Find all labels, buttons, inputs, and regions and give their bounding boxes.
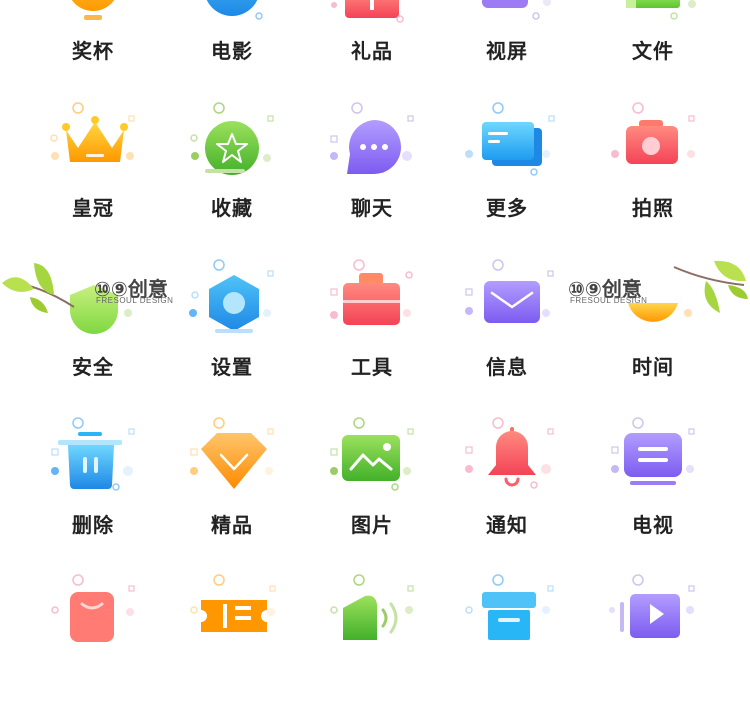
grid-item-label: 拍照: [632, 196, 674, 220]
grid-item-label: 视屏: [486, 39, 528, 63]
grid-item-label: 图片: [351, 513, 393, 537]
grid-item-ticket[interactable]: [177, 570, 287, 720]
grid-item-trophy[interactable]: 奖杯: [38, 0, 148, 80]
favorite-star-icon: [177, 96, 287, 206]
trophy-icon: [38, 0, 148, 40]
grid-item-label: 文件: [632, 39, 674, 63]
grid-item-movie[interactable]: 电影: [177, 0, 287, 80]
watermark-sub: FRESOUL DESIGN: [570, 296, 648, 305]
toolbox-icon: [317, 255, 427, 365]
grid-item-play-video[interactable]: [598, 570, 708, 720]
grid-item-favorite[interactable]: 收藏: [177, 96, 287, 246]
grid-item-card[interactable]: [38, 570, 148, 720]
grid-item-video[interactable]: 视屏: [452, 0, 562, 80]
grid-item-label: 精品: [211, 513, 253, 537]
tv-icon: [598, 413, 708, 523]
cards-icon: [452, 96, 562, 206]
grid-item-label: 工具: [351, 355, 393, 379]
grid-item-label: 皇冠: [72, 196, 114, 220]
leaf-branch-icon: [673, 260, 748, 313]
grid-item-camera[interactable]: 拍照: [598, 96, 708, 246]
grid-item-gift[interactable]: 礼品: [317, 0, 427, 80]
grid-item-label: 安全: [72, 355, 114, 379]
grid-item-message[interactable]: 信息: [452, 255, 562, 405]
pink-card-icon: [38, 570, 148, 680]
grid-item-image[interactable]: 图片: [317, 413, 427, 563]
grid-item-chat[interactable]: 聊天: [317, 96, 427, 246]
grid-item-label: 礼品: [351, 39, 393, 63]
file-icon: [598, 0, 708, 40]
play-video-icon: [598, 570, 708, 680]
settings-hexagon-icon: [177, 255, 287, 365]
grid-item-label: 设置: [211, 355, 253, 379]
grid-item-label: 删除: [72, 513, 114, 537]
grid-item-file[interactable]: 文件: [598, 0, 708, 80]
grid-item-speaker[interactable]: [317, 570, 427, 720]
grid-item-label: 电影: [211, 39, 253, 63]
bell-icon: [452, 413, 562, 523]
ticket-icon: [177, 570, 287, 680]
grid-item-printer[interactable]: [452, 570, 562, 720]
chat-bubble-icon: [317, 96, 427, 206]
camera-icon: [598, 96, 708, 206]
video-icon: [452, 0, 562, 40]
grid-item-label: 奖杯: [72, 39, 114, 63]
grid-item-label: 收藏: [211, 196, 253, 220]
grid-item-label: 电视: [632, 513, 674, 537]
speaker-icon: [317, 570, 427, 680]
gift-icon: [317, 0, 427, 40]
grid-item-tv[interactable]: 电视: [598, 413, 708, 563]
grid-item-settings[interactable]: 设置: [177, 255, 287, 405]
grid-item-notify[interactable]: 通知: [452, 413, 562, 563]
icon-grid: 奖杯 电影 礼品 视屏 文件 皇冠 收藏 聊天 更多 拍照 安全 设置 工具 信…: [0, 0, 750, 642]
grid-item-label: 通知: [486, 513, 528, 537]
watermark-sub: FRESOUL DESIGN: [96, 296, 174, 305]
diamond-icon: [177, 413, 287, 523]
crown-icon: [38, 96, 148, 206]
grid-item-label: 时间: [632, 355, 674, 379]
movie-icon: [177, 0, 287, 40]
leaf-branch-icon: [2, 263, 75, 313]
grid-item-label: 更多: [486, 196, 528, 220]
grid-item-label: 信息: [486, 355, 528, 379]
watermark-left: ⑩⑨创意 FRESOUL DESIGN: [0, 255, 185, 315]
grid-item-label: 聊天: [351, 196, 393, 220]
trash-icon: [38, 413, 148, 523]
watermark-right: ⑩⑨创意 FRESOUL DESIGN: [568, 255, 750, 315]
grid-item-crown[interactable]: 皇冠: [38, 96, 148, 246]
grid-item-more[interactable]: 更多: [452, 96, 562, 246]
envelope-icon: [452, 255, 562, 365]
grid-item-tools[interactable]: 工具: [317, 255, 427, 405]
printer-icon: [452, 570, 562, 680]
grid-item-premium[interactable]: 精品: [177, 413, 287, 563]
image-icon: [317, 413, 427, 523]
grid-item-delete[interactable]: 删除: [38, 413, 148, 563]
